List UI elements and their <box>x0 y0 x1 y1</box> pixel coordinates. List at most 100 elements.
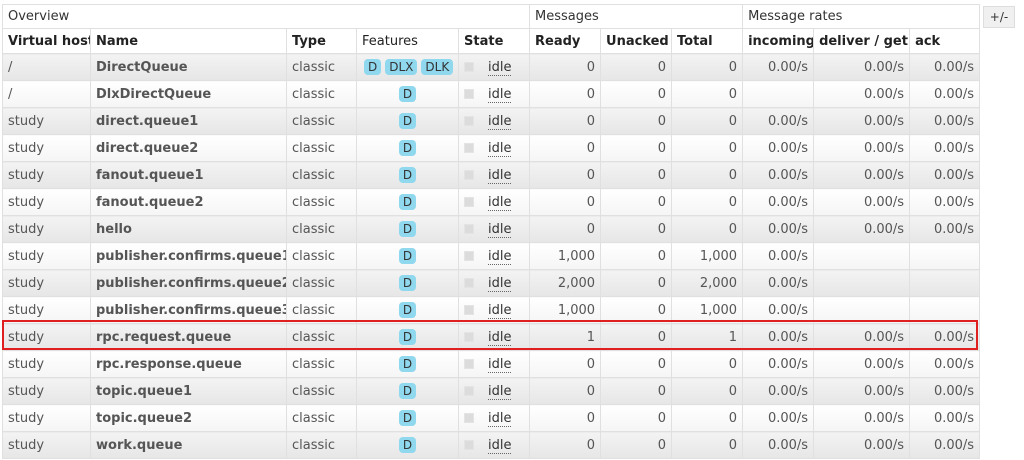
ready-count: 0 <box>529 80 602 108</box>
unacked-count: 0 <box>600 242 673 270</box>
feature-badge: D <box>398 329 417 345</box>
deliver-get-rate <box>813 296 911 324</box>
feature-badge: D <box>398 167 417 183</box>
unacked-count: 0 <box>600 296 673 324</box>
state-cell: idle <box>457 53 531 81</box>
ack-rate <box>909 242 981 270</box>
queue-name-link[interactable]: rpc.request.queue <box>90 323 287 351</box>
state-label: idle <box>488 383 512 400</box>
feature-badge: D <box>398 86 417 102</box>
vhost-cell: study <box>2 296 91 324</box>
queue-name-link[interactable]: fanout.queue2 <box>90 188 287 216</box>
features-cell: D <box>356 107 459 135</box>
ack-rate: 0.00/s <box>909 53 981 81</box>
state-cell: idle <box>457 188 531 216</box>
ack-rate: 0.00/s <box>909 134 981 162</box>
total-count: 1,000 <box>671 242 744 270</box>
total-count: 0 <box>671 404 744 432</box>
vhost-cell: study <box>2 323 91 351</box>
unacked-count: 0 <box>600 404 673 432</box>
queue-name-link[interactable]: hello <box>90 215 287 243</box>
col-type[interactable]: Type <box>286 28 357 54</box>
features-cell: D <box>356 188 459 216</box>
total-count: 0 <box>671 350 744 378</box>
queue-name-link[interactable]: publisher.confirms.queue2 <box>90 269 287 297</box>
col-ack[interactable]: ack <box>909 28 981 54</box>
queue-name-link[interactable]: direct.queue1 <box>90 107 287 135</box>
total-count: 1,000 <box>671 296 744 324</box>
state-cell: idle <box>457 161 531 189</box>
state-indicator-icon <box>464 332 474 342</box>
col-unacked[interactable]: Unacked <box>600 28 673 54</box>
col-name[interactable]: Name <box>90 28 287 54</box>
state-cell: idle <box>457 107 531 135</box>
col-deliver-get[interactable]: deliver / get <box>813 28 911 54</box>
queue-name-link[interactable]: work.queue <box>90 431 287 459</box>
features-cell: D <box>356 80 459 108</box>
queue-row: study fanout.queue1 classic Didle 0 0 0 0.00/s 0… <box>2 161 981 189</box>
state-cell: idle <box>457 296 531 324</box>
ack-rate <box>909 269 981 297</box>
queue-row: study direct.queue2 classic Didle 0 0 0 0.00/s 0… <box>2 134 981 162</box>
type-cell: classic <box>286 377 357 405</box>
state-cell: idle <box>457 377 531 405</box>
type-cell: classic <box>286 350 357 378</box>
state-cell: idle <box>457 242 531 270</box>
unacked-count: 0 <box>600 431 673 459</box>
queue-name-link[interactable]: rpc.response.queue <box>90 350 287 378</box>
col-total[interactable]: Total <box>671 28 744 54</box>
state-label: idle <box>488 59 512 76</box>
feature-badge: D <box>398 221 417 237</box>
queue-row: study hello classic Didle 0 0 0 0.00/s 0.00/s 0.0… <box>2 215 981 243</box>
ack-rate: 0.00/s <box>909 80 981 108</box>
feature-badge: D <box>398 356 417 372</box>
queue-name-link[interactable]: topic.queue2 <box>90 404 287 432</box>
feature-badge: D <box>364 59 382 75</box>
queue-row: / DlxDirectQueue classic Didle 0 0 0 0.00/s 0.00… <box>2 80 981 108</box>
deliver-get-rate: 0.00/s <box>813 404 911 432</box>
total-count: 0 <box>671 377 744 405</box>
state-label: idle <box>488 437 512 454</box>
incoming-rate: 0.00/s <box>742 107 815 135</box>
incoming-rate: 0.00/s <box>742 323 815 351</box>
deliver-get-rate: 0.00/s <box>813 161 911 189</box>
unacked-count: 0 <box>600 188 673 216</box>
column-toggle-button[interactable]: +/- <box>983 6 1015 28</box>
state-cell: idle <box>457 350 531 378</box>
state-indicator-icon <box>464 305 474 315</box>
total-count: 1 <box>671 323 744 351</box>
ready-count: 1,000 <box>529 242 602 270</box>
features-cell: D <box>356 269 459 297</box>
ready-count: 0 <box>529 215 602 243</box>
queue-name-link[interactable]: publisher.confirms.queue3 <box>90 296 287 324</box>
vhost-cell: study <box>2 215 91 243</box>
col-incoming[interactable]: incoming <box>742 28 815 54</box>
queue-name-link[interactable]: topic.queue1 <box>90 377 287 405</box>
ack-rate: 0.00/s <box>909 107 981 135</box>
vhost-cell: / <box>2 80 91 108</box>
queue-name-link[interactable]: direct.queue2 <box>90 134 287 162</box>
state-cell: idle <box>457 404 531 432</box>
queues-table: Overview Messages Message rates Virtual … <box>1 4 981 459</box>
incoming-rate: 0.00/s <box>742 215 815 243</box>
features-cell: D <box>356 296 459 324</box>
state-cell: idle <box>457 269 531 297</box>
unacked-count: 0 <box>600 53 673 81</box>
queue-name-link[interactable]: DlxDirectQueue <box>90 80 287 108</box>
queue-name-link[interactable]: fanout.queue1 <box>90 161 287 189</box>
queues-page: Overview Messages Message rates Virtual … <box>0 0 1024 460</box>
deliver-get-rate: 0.00/s <box>813 134 911 162</box>
queue-name-link[interactable]: publisher.confirms.queue1 <box>90 242 287 270</box>
total-count: 0 <box>671 53 744 81</box>
col-ready[interactable]: Ready <box>529 28 602 54</box>
state-label: idle <box>488 275 512 292</box>
unacked-count: 0 <box>600 161 673 189</box>
col-virtual-host[interactable]: Virtual host <box>2 28 91 54</box>
vhost-cell: study <box>2 242 91 270</box>
features-cell: D <box>356 215 459 243</box>
queue-name-link[interactable]: DirectQueue <box>90 53 287 81</box>
ack-rate: 0.00/s <box>909 404 981 432</box>
unacked-count: 0 <box>600 80 673 108</box>
col-state[interactable]: State <box>457 28 531 54</box>
state-indicator-icon <box>464 89 474 99</box>
